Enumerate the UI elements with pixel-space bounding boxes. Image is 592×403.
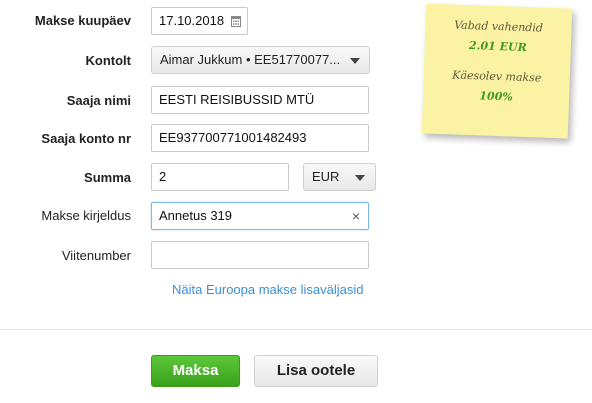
currency-select[interactable]: EUR <box>303 163 376 191</box>
reference-input[interactable] <box>151 241 369 269</box>
chevron-down-icon <box>355 175 365 181</box>
clear-icon[interactable]: × <box>352 203 360 229</box>
account-select[interactable]: Aimar Jukkum • EE51770077... <box>151 46 370 74</box>
reference-label: Viitenumber <box>61 248 131 263</box>
divider <box>0 329 592 330</box>
date-field[interactable]: 17.10.2018 <box>151 7 248 35</box>
recipient-name-label: Saaja nimi <box>66 93 131 108</box>
description-value: Annetus 319 <box>159 208 233 223</box>
available-funds-value: 2.01 EUR <box>468 39 527 55</box>
recipient-account-label: Saaja konto nr <box>41 131 131 146</box>
currency-value: EUR <box>312 169 340 184</box>
account-label: Kontolt <box>85 53 131 68</box>
date-label: Makse kuupäev <box>34 13 131 28</box>
add-pending-button[interactable]: Lisa ootele <box>254 355 378 387</box>
balance-sticky-note: Vabad vahendid 2.01 EUR Käesolev makse 1… <box>421 3 573 139</box>
chevron-down-icon <box>350 58 360 64</box>
account-value: Aimar Jukkum • EE51770077... <box>160 52 341 67</box>
current-payment-value: 100% <box>479 89 514 104</box>
europe-fields-link[interactable]: Näita Euroopa makse lisaväljasid <box>172 282 363 297</box>
pay-button[interactable]: Maksa <box>151 355 240 387</box>
description-input[interactable]: Annetus 319 × <box>151 202 369 230</box>
description-label: Makse kirjeldus <box>41 208 131 223</box>
current-payment-label: Käesolev makse <box>452 68 542 85</box>
available-funds-label: Vabad vahendid <box>454 18 544 35</box>
date-value: 17.10.2018 <box>159 13 225 28</box>
recipient-name-input[interactable]: EESTI REISIBUSSID MTÜ <box>151 86 369 114</box>
recipient-account-input[interactable]: EE937700771001482493 <box>151 124 369 152</box>
amount-input[interactable]: 2 <box>151 163 289 191</box>
amount-label: Summa <box>84 170 131 185</box>
calendar-icon[interactable] <box>231 15 241 27</box>
